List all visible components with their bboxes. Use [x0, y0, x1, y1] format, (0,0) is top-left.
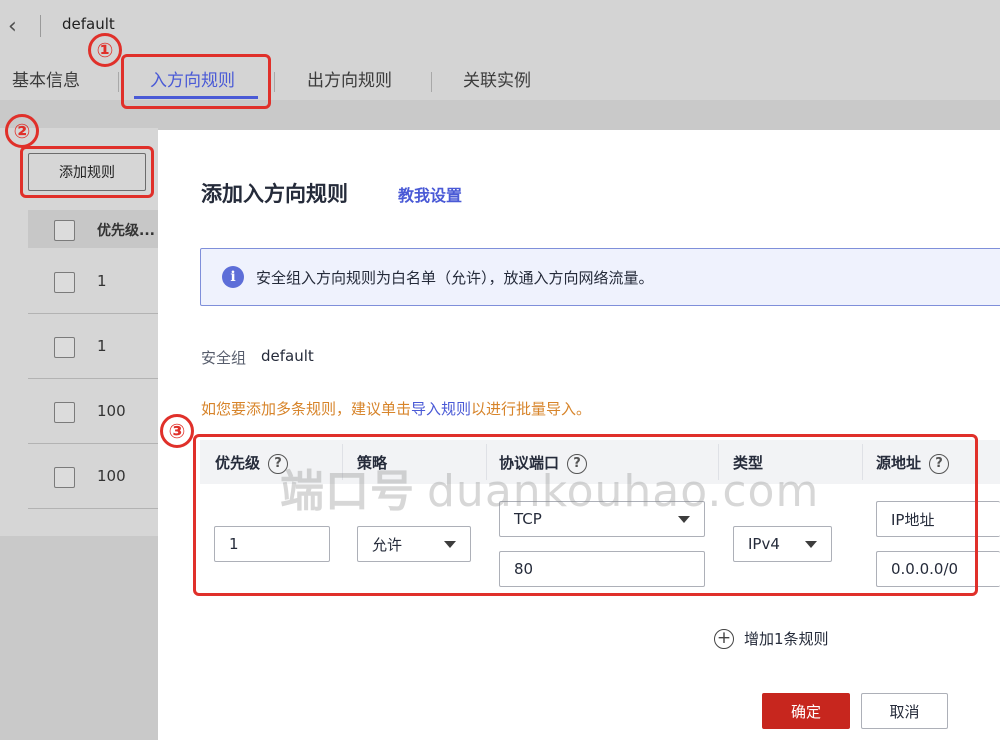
step-1-marker: ①: [88, 33, 122, 67]
row-priority: 100: [97, 402, 126, 420]
security-group-value: default: [261, 347, 314, 365]
tab-separator: [118, 72, 119, 92]
row-divider: [28, 313, 158, 314]
row-priority: 100: [97, 467, 126, 485]
tab-separator: [431, 72, 432, 92]
tab-basic-info[interactable]: 基本信息: [12, 66, 80, 91]
row-checkbox[interactable]: [54, 272, 75, 293]
back-arrow-icon[interactable]: ‹: [8, 14, 30, 40]
select-all-checkbox[interactable]: [54, 220, 75, 241]
teach-me-link[interactable]: 教我设置: [398, 182, 462, 206]
hint-prefix: 如您要添加多条规则，建议单击: [201, 400, 412, 418]
row-priority: 1: [97, 272, 107, 290]
hint-suffix: 以进行批量导入。: [471, 400, 592, 418]
column-priority-header: 优先级...: [97, 223, 155, 239]
row-divider: [28, 378, 158, 379]
highlight-rule-form: [193, 434, 978, 596]
tab-separator: [274, 72, 275, 92]
import-rules-link[interactable]: 导入规则: [411, 400, 471, 418]
add-one-rule-label: 增加1条规则: [744, 630, 829, 648]
info-banner: i 安全组入方向规则为白名单（允许），放通入方向网络流量。: [200, 248, 1000, 306]
row-checkbox[interactable]: [54, 467, 75, 488]
row-checkbox[interactable]: [54, 337, 75, 358]
divider: [40, 15, 41, 37]
batch-import-hint: 如您要添加多条规则，建议单击导入规则以进行批量导入。: [201, 398, 591, 419]
info-text: 安全组入方向规则为白名单（允许），放通入方向网络流量。: [256, 269, 654, 287]
row-divider: [28, 443, 158, 444]
row-checkbox[interactable]: [54, 402, 75, 423]
add-one-rule-button[interactable]: + 增加1条规则: [714, 628, 829, 649]
cancel-button[interactable]: 取消: [861, 693, 948, 729]
confirm-button[interactable]: 确定: [762, 693, 850, 729]
row-divider: [28, 508, 158, 509]
tab-outbound-rules[interactable]: 出方向规则: [307, 66, 392, 91]
step-2-marker: ②: [5, 114, 39, 148]
drawer-title: 添加入方向规则: [201, 182, 348, 206]
page-title: default: [62, 15, 115, 33]
plus-circle-icon: +: [714, 628, 734, 649]
security-group-label: 安全组: [201, 349, 247, 367]
tab-associated-instances[interactable]: 关联实例: [463, 66, 531, 91]
step-3-marker: ③: [160, 414, 194, 448]
highlight-inbound-tab: [121, 54, 271, 109]
row-priority: 1: [97, 337, 107, 355]
highlight-add-rule-button: [20, 146, 154, 198]
info-icon: i: [222, 266, 244, 288]
